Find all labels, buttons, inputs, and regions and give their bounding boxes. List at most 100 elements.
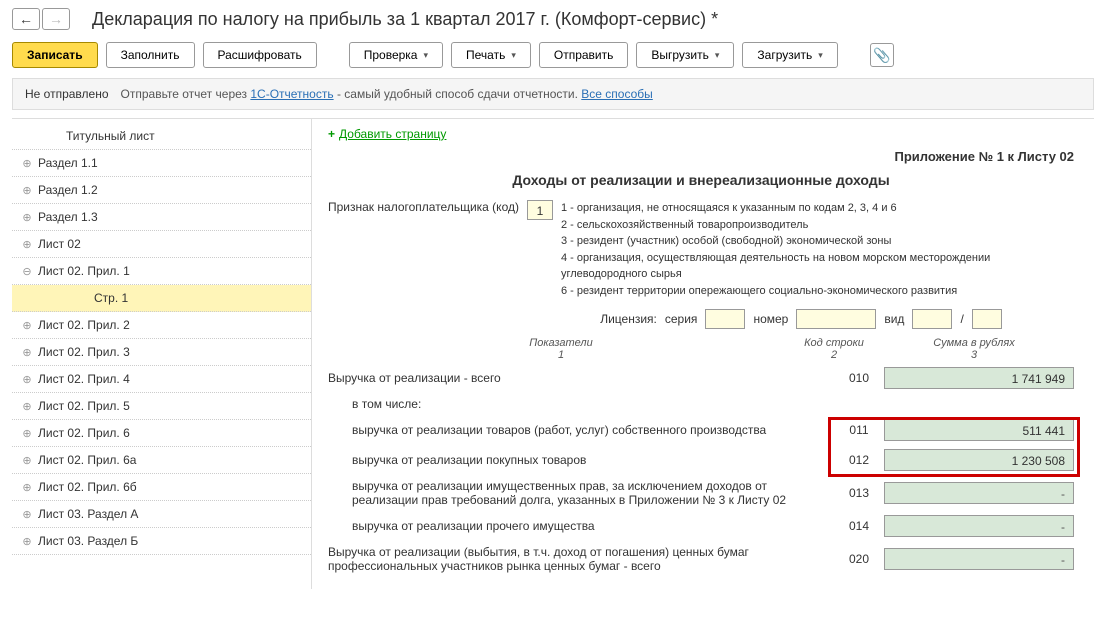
fill-button[interactable]: Заполнить (106, 42, 195, 68)
row-label: в том числе: (328, 397, 1074, 411)
tree-item-label: Раздел 1.2 (38, 183, 98, 197)
attach-button[interactable]: 📎 (870, 43, 894, 67)
expand-icon[interactable]: ⊕ (20, 426, 34, 440)
row-value-input[interactable]: 1 230 508 (884, 449, 1074, 471)
export-button[interactable]: Выгрузить (636, 42, 734, 68)
expand-icon[interactable]: ⊕ (20, 372, 34, 386)
row-value-input[interactable] (884, 548, 1074, 570)
row-value-input[interactable] (884, 482, 1074, 504)
tree-item[interactable]: ⊕Стр. 1 (12, 285, 311, 312)
tree-item[interactable]: ⊕ Лист 02 (12, 231, 311, 258)
row-code: 014 (834, 519, 884, 533)
collapse-icon[interactable]: ⊖ (20, 264, 34, 278)
data-row: выручка от реализации имущественных прав… (328, 479, 1074, 507)
tree-item-label: Лист 03. Раздел Б (38, 534, 138, 548)
expand-icon[interactable]: ⊕ (20, 156, 34, 170)
tree-item-label: Лист 02. Прил. 5 (38, 399, 130, 413)
row-label: выручка от реализации прочего имущества (328, 519, 834, 533)
license-num-input[interactable] (796, 309, 876, 329)
save-button[interactable]: Записать (12, 42, 98, 68)
tree-item-label: Раздел 1.3 (38, 210, 98, 224)
data-row: Выручка от реализации (выбытия, в т.ч. д… (328, 545, 1074, 573)
expand-icon[interactable]: ⊕ (20, 507, 34, 521)
send-button[interactable]: Отправить (539, 42, 629, 68)
data-row: в том числе: (328, 397, 1074, 411)
expand-icon[interactable]: ⊕ (20, 399, 34, 413)
tree-item[interactable]: ⊕ Лист 02. Прил. 6 (12, 420, 311, 447)
tree-item-label: Лист 02. Прил. 6а (38, 453, 136, 467)
tree-item-label: Лист 02. Прил. 4 (38, 372, 130, 386)
link-1c-report[interactable]: 1С-Отчетность (250, 87, 333, 101)
tree-item[interactable]: ⊕ Лист 03. Раздел Б (12, 528, 311, 555)
license-date-input[interactable] (972, 309, 1002, 329)
expand-icon[interactable]: ⊕ (20, 480, 34, 494)
tree-item[interactable]: ⊕Титульный лист (12, 123, 311, 150)
decrypt-button[interactable]: Расшифровать (203, 42, 317, 68)
add-page-link[interactable]: + Добавить страницу (328, 127, 1074, 141)
tree-item-label: Раздел 1.1 (38, 156, 98, 170)
plus-icon: + (328, 127, 335, 141)
tree-item[interactable]: ⊕ Лист 02. Прил. 2 (12, 312, 311, 339)
row-label: выручка от реализации имущественных прав… (328, 479, 834, 507)
tree-item[interactable]: ⊕ Лист 02. Прил. 5 (12, 393, 311, 420)
tree-item-label: Лист 02. Прил. 1 (38, 264, 130, 278)
tree-item[interactable]: ⊕ Лист 02. Прил. 6б (12, 474, 311, 501)
print-button[interactable]: Печать (451, 42, 531, 68)
expand-icon[interactable]: ⊕ (20, 237, 34, 251)
row-label: Выручка от реализации - всего (328, 371, 834, 385)
tree-item-label: Лист 02 (38, 237, 81, 251)
nav-forward-button: → (42, 8, 70, 30)
tree-item[interactable]: ⊕ Раздел 1.1 (12, 150, 311, 177)
row-value-input[interactable]: 1 741 949 (884, 367, 1074, 389)
tree-item-label: Лист 02. Прил. 6б (38, 480, 137, 494)
row-code: 013 (834, 486, 884, 500)
expand-icon[interactable]: ⊕ (20, 183, 34, 197)
import-button[interactable]: Загрузить (742, 42, 837, 68)
sidebar-tree: ⊕Титульный лист ⊕ Раздел 1.1 ⊕ Раздел 1.2 ⊕ Ра… (12, 119, 312, 589)
tree-item-label: Лист 02. Прил. 2 (38, 318, 130, 332)
expand-icon[interactable]: ⊕ (20, 453, 34, 467)
tree-item[interactable]: ⊕ Лист 02. Прил. 6а (12, 447, 311, 474)
expand-icon[interactable]: ⊕ (20, 534, 34, 548)
content-area: + Добавить страницу Приложение № 1 к Лис… (312, 119, 1094, 589)
license-vid-input[interactable] (912, 309, 952, 329)
expand-icon[interactable]: ⊕ (20, 318, 34, 332)
status-hint: Отправьте отчет через 1С-Отчетность - са… (121, 87, 653, 101)
status-bar: Не отправлено Отправьте отчет через 1С-О… (12, 78, 1094, 110)
row-code: 020 (834, 552, 884, 566)
data-row: выручка от реализации прочего имущества0… (328, 515, 1074, 537)
expand-icon[interactable]: ⊕ (20, 210, 34, 224)
appendix-label: Приложение № 1 к Листу 02 (328, 149, 1074, 164)
tree-item[interactable]: ⊖ Лист 02. Прил. 1 (12, 258, 311, 285)
tree-item[interactable]: ⊕ Лист 03. Раздел А (12, 501, 311, 528)
tree-item-label: Лист 03. Раздел А (38, 507, 138, 521)
row-code: 010 (834, 371, 884, 385)
license-row: Лицензия: серия номер вид / (328, 309, 1074, 329)
data-row: выручка от реализации товаров (работ, ус… (328, 419, 1074, 441)
tree-item-label: Лист 02. Прил. 3 (38, 345, 130, 359)
paperclip-icon: 📎 (873, 47, 890, 64)
license-seria-input[interactable] (705, 309, 745, 329)
status-not-sent: Не отправлено (25, 87, 109, 101)
tree-item-label: Стр. 1 (94, 291, 128, 305)
data-row: Выручка от реализации - всего0101 741 94… (328, 367, 1074, 389)
link-all-methods[interactable]: Все способы (581, 87, 653, 101)
row-value-input[interactable] (884, 515, 1074, 537)
tree-item[interactable]: ⊕ Лист 02. Прил. 4 (12, 366, 311, 393)
page-title: Декларация по налогу на прибыль за 1 ква… (80, 9, 1094, 30)
check-button[interactable]: Проверка (349, 42, 443, 68)
expand-icon[interactable]: ⊕ (20, 345, 34, 359)
row-code: 012 (834, 453, 884, 467)
taxpayer-code-input[interactable]: 1 (527, 200, 553, 220)
row-label: Выручка от реализации (выбытия, в т.ч. д… (328, 545, 834, 573)
tree-item[interactable]: ⊕ Лист 02. Прил. 3 (12, 339, 311, 366)
row-value-input[interactable]: 511 441 (884, 419, 1074, 441)
tree-item[interactable]: ⊕ Раздел 1.2 (12, 177, 311, 204)
section-title: Доходы от реализации и внереализационные… (328, 172, 1074, 188)
row-label: выручка от реализации покупных товаров (328, 453, 834, 467)
tree-item-label: Лист 02. Прил. 6 (38, 426, 130, 440)
row-label: выручка от реализации товаров (работ, ус… (328, 423, 834, 437)
nav-back-button[interactable]: ← (12, 8, 40, 30)
tree-item[interactable]: ⊕ Раздел 1.3 (12, 204, 311, 231)
taxpayer-label: Признак налогоплательщика (код) (328, 200, 519, 214)
